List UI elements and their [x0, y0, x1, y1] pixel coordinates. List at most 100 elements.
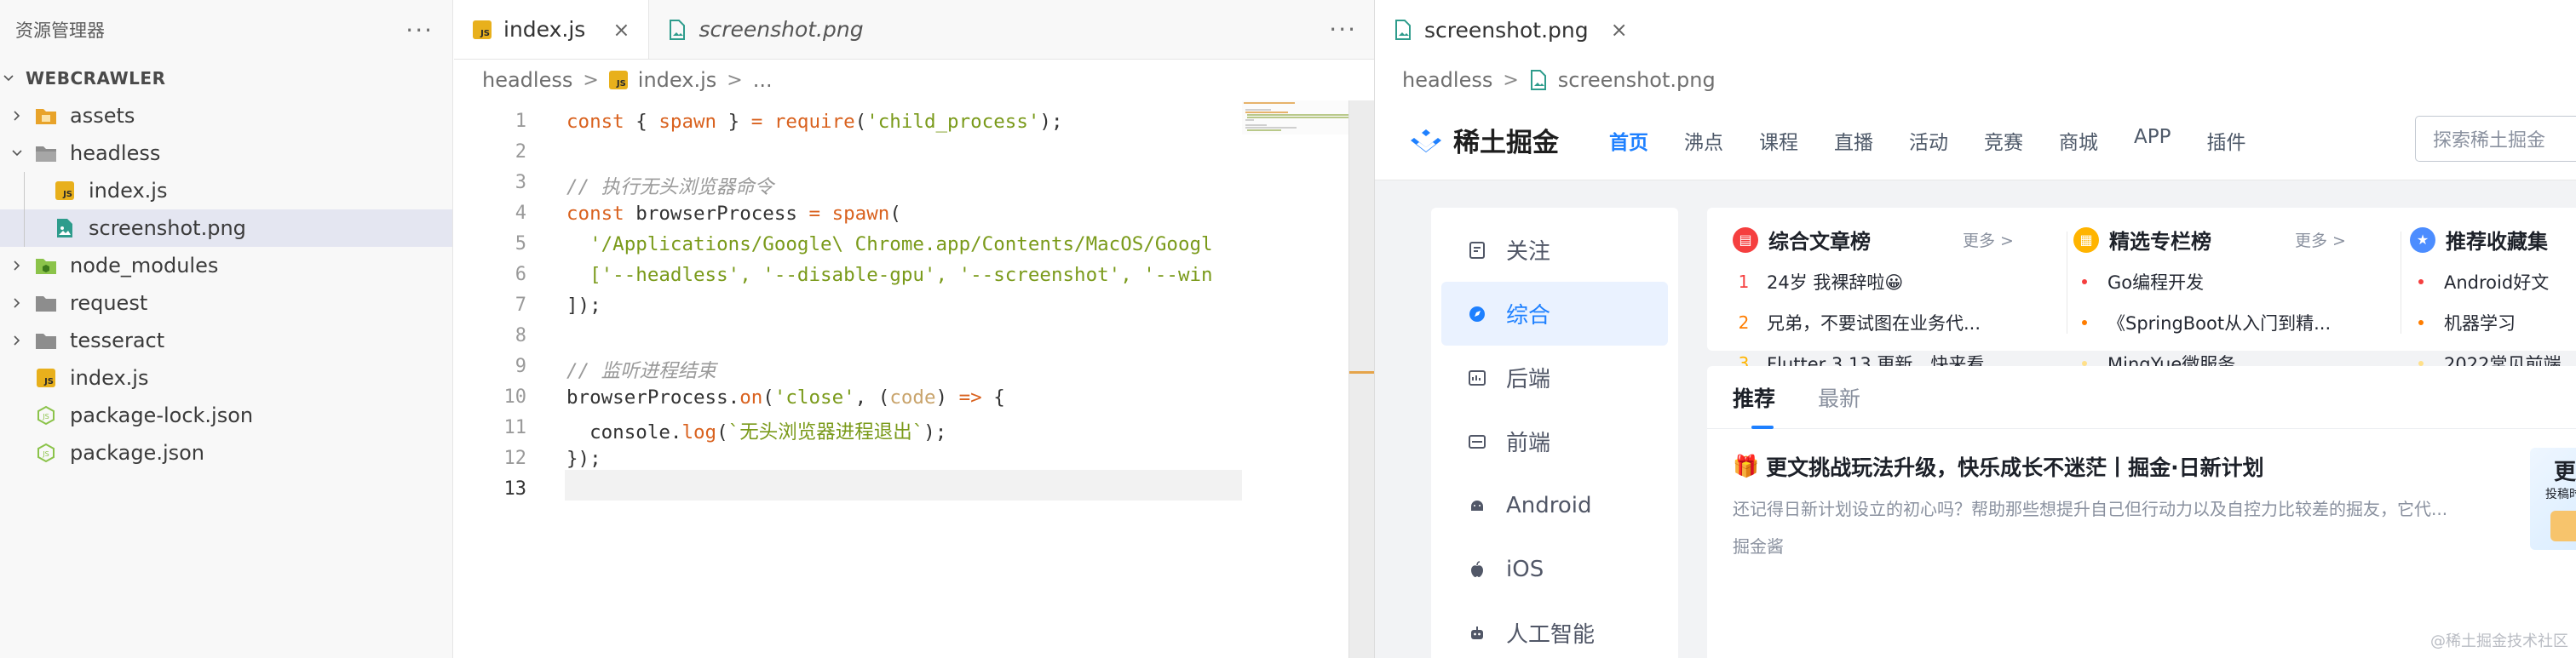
category-frontend: 前端 — [1441, 409, 1668, 473]
category-label: 前端 — [1506, 431, 1551, 456]
chevron-right-icon — [9, 257, 26, 274]
rank-number: 2 — [1738, 312, 1750, 333]
svg-text:JS: JS — [42, 450, 49, 458]
workspace-root[interactable]: WEBCRAWLER — [0, 60, 452, 97]
tree-item-assets[interactable]: assets — [0, 97, 452, 134]
juejin-logo-icon — [1411, 129, 1441, 152]
breadcrumb-file[interactable]: index.js — [638, 68, 716, 92]
js-file-icon: JS — [53, 180, 77, 202]
folder-open-icon — [34, 142, 58, 164]
backend-icon — [1467, 368, 1487, 388]
thumbnail-text: 更 — [2554, 460, 2576, 485]
nav-events: 活动 — [1909, 131, 1948, 154]
rank-item-label: 24岁 我裸辞啦😀 — [1767, 272, 1904, 293]
chevron-down-icon — [0, 70, 17, 87]
compass-icon — [1467, 304, 1487, 324]
site-nav-items: 首页 沸点 课程 直播 活动 竞赛 商城 APP 插件 — [1591, 126, 2263, 155]
android-icon — [1467, 495, 1487, 516]
rank-column-collections: ★ 推荐收藏集 Android好文 机器学习 2022常见前端 — [2384, 208, 2576, 375]
code-area[interactable]: 1 2 3 4 5 6 7 8 9 10 11 12 13 const { sp… — [454, 100, 1348, 658]
editor-tab-bar: JS index.js × screenshot.png ··· — [454, 0, 1374, 60]
tree-item-package-lock-json[interactable]: JS package-lock.json — [0, 397, 452, 434]
feed-card: 推荐 最新 🎁 更文挑战玩法升级，快乐成长不迷茫丨掘金·日新计划 还记得日新计划… — [1707, 366, 2576, 658]
breadcrumb-separator: > — [583, 69, 599, 91]
rank-title: 精选专栏榜 — [2109, 230, 2211, 254]
indent-guide — [24, 172, 25, 209]
tree-item-label: screenshot.png — [89, 216, 246, 240]
breadcrumb-folder[interactable]: headless — [482, 68, 572, 92]
tree-item-package-json[interactable]: JS package.json — [0, 434, 452, 472]
tree-item-label: tesseract — [70, 329, 165, 352]
more-actions-icon[interactable]: ··· — [1329, 15, 1357, 43]
code-line: const { spawn } = require('child_process… — [566, 111, 1063, 133]
tree-item-node-modules[interactable]: node_modules — [0, 247, 452, 284]
breadcrumb-separator: > — [1503, 69, 1519, 91]
nav-courses: 课程 — [1759, 131, 1798, 154]
star-icon: ★ — [2410, 226, 2435, 253]
thumbnail-graphic — [2550, 511, 2576, 541]
line-number: 8 — [515, 325, 526, 346]
tab-label: screenshot.png — [699, 17, 864, 42]
code-line: console.log(`无头浏览器进程退出`); — [566, 421, 947, 443]
category-follow: 关注 — [1441, 218, 1668, 282]
rank-dot — [2082, 279, 2087, 284]
rank-item-label: Android好文 — [2444, 272, 2550, 293]
tree-item-tesseract[interactable]: tesseract — [0, 322, 452, 359]
tab-index-js[interactable]: JS index.js × — [454, 0, 650, 59]
breadcrumb-folder[interactable]: headless — [1402, 68, 1492, 92]
code-line: ['--headless', '--disable-gpu', '--scree… — [566, 264, 1213, 286]
nav-app: APP — [2134, 125, 2171, 148]
close-icon[interactable]: × — [612, 18, 630, 42]
category-ios: iOS — [1441, 537, 1668, 601]
logo-text: 稀土掘金 — [1453, 128, 1559, 158]
chevron-right-icon — [9, 332, 26, 349]
code-line-comment: // 监听进程结束 — [566, 360, 716, 382]
node-json-icon: JS — [34, 442, 58, 464]
article-author: 掘金酱 — [1733, 536, 1784, 557]
explorer-more-icon[interactable]: ··· — [405, 16, 434, 44]
js-file-icon: JS — [473, 20, 492, 39]
tree-item-headless[interactable]: headless — [0, 134, 452, 172]
line-number: 2 — [515, 141, 526, 163]
thumbnail-subtext: 投稿时 — [2545, 488, 2576, 501]
js-file-icon: JS — [34, 367, 58, 389]
tab-screenshot-preview[interactable]: screenshot.png × — [1375, 0, 2576, 60]
rank-header: ▤ 综合文章榜 — [1733, 225, 1871, 255]
rank-title: 推荐收藏集 — [2446, 230, 2548, 254]
chevron-right-icon — [9, 107, 26, 124]
tab-label: index.js — [503, 17, 586, 42]
folder-icon — [34, 292, 58, 314]
category-backend: 后端 — [1441, 346, 1668, 409]
tree-item-label: package-lock.json — [70, 403, 254, 427]
chevron-right-icon — [9, 295, 26, 312]
rank-item-label: Go编程开发 — [2107, 272, 2205, 293]
tree-item-screenshot-png[interactable]: screenshot.png — [0, 209, 452, 247]
tree-item-label: index.js — [89, 179, 168, 203]
category-menu: 关注 综合 后端 前端 Android iOS 人工智能 — [1431, 208, 1678, 658]
tree-item-index-js-child[interactable]: JS index.js — [0, 172, 452, 209]
preview-breadcrumb: headless > screenshot.png — [1375, 60, 2576, 100]
nav-contest: 竞赛 — [1984, 131, 2023, 154]
rank-item-label: 机器学习 — [2444, 313, 2516, 334]
tree-item-index-js[interactable]: JS index.js — [0, 359, 452, 397]
breadcrumb-tail[interactable]: ... — [753, 68, 773, 92]
line-number: 13 — [503, 478, 527, 500]
tab-screenshot-png[interactable]: screenshot.png — [649, 0, 882, 59]
category-ai: 人工智能 — [1441, 601, 1668, 658]
folder-icon — [34, 329, 58, 352]
line-number: 1 — [515, 111, 526, 132]
screenshot-image: 稀土掘金 首页 沸点 课程 直播 活动 竞赛 商城 APP 插件 探索稀土掘金 … — [1375, 100, 2576, 658]
minimap[interactable] — [1242, 100, 1348, 134]
tree-item-request[interactable]: request — [0, 284, 452, 322]
close-icon[interactable]: × — [1611, 18, 1628, 42]
nav-live: 直播 — [1834, 131, 1873, 154]
breadcrumb-file[interactable]: screenshot.png — [1558, 68, 1716, 92]
line-number: 4 — [515, 203, 526, 224]
follow-icon — [1467, 240, 1487, 260]
line-number: 10 — [503, 386, 527, 408]
category-label: 后端 — [1506, 367, 1551, 392]
editor-scrollbar[interactable] — [1348, 100, 1375, 658]
site-navbar: 稀土掘金 首页 沸点 课程 直播 活动 竞赛 商城 APP 插件 探索稀土掘金 — [1375, 100, 2576, 180]
gift-icon: 🎁 — [1733, 454, 1760, 478]
rank-item: 《SpringBoot从入门到精... — [2079, 310, 2331, 335]
